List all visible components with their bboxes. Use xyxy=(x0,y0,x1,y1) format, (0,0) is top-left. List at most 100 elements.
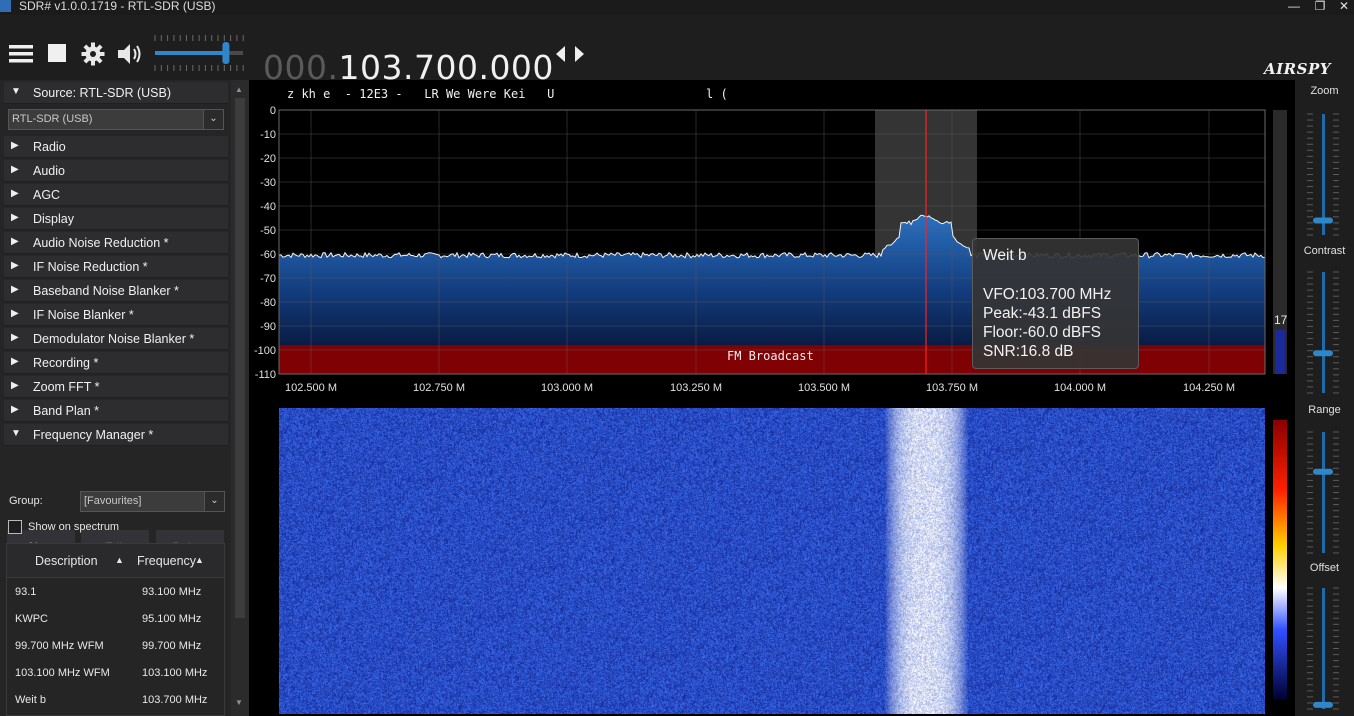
left-panel-scrollbar[interactable]: ▲ ▼ xyxy=(231,80,249,716)
range-label: Range xyxy=(1308,404,1341,416)
expand-arrow-icon: ▶ xyxy=(11,380,19,391)
source-device-select[interactable]: RTL-SDR (USB) ⌄ xyxy=(8,109,224,130)
section-label: IF Noise Reduction * xyxy=(33,260,148,274)
table-row[interactable]: KWPC 95.100 MHz xyxy=(7,607,224,634)
chevron-down-icon: ⌄ xyxy=(203,110,223,129)
slider-thumb[interactable] xyxy=(1313,217,1333,224)
y-tick-label: -50 xyxy=(260,225,276,237)
right-panel: Zoom Contrast Range Offset xyxy=(1295,80,1354,716)
tooltip-floor: Floor:-60.0 dBFS xyxy=(983,324,1102,341)
y-tick-label: -20 xyxy=(260,153,276,165)
show-on-spectrum-checkbox[interactable] xyxy=(8,520,22,534)
menu-icon[interactable] xyxy=(9,43,33,65)
stop-icon[interactable] xyxy=(48,44,67,63)
expand-arrow-icon: ▶ xyxy=(11,260,19,271)
slider-thumb[interactable] xyxy=(1313,468,1333,475)
section-display[interactable]: ▶ Display xyxy=(4,208,228,230)
group-select[interactable]: [Favourites] ⌄ xyxy=(80,491,225,512)
section-if-noise-blanker[interactable]: ▶ IF Noise Blanker * xyxy=(4,304,228,326)
section-agc[interactable]: ▶ AGC xyxy=(4,184,228,206)
tooltip-station-name: Weit b xyxy=(983,247,1027,264)
section-if-noise-reduction[interactable]: ▶ IF Noise Reduction * xyxy=(4,256,228,278)
scroll-down-icon[interactable]: ▼ xyxy=(235,698,243,707)
volume-thumb[interactable] xyxy=(222,42,230,64)
table-row[interactable]: Weit b 103.700 MHz xyxy=(7,688,224,715)
section-label: Band Plan * xyxy=(33,404,100,418)
tooltip-snr: SNR:16.8 dB xyxy=(983,343,1074,360)
y-tick-label: -70 xyxy=(260,273,276,285)
offset-slider[interactable] xyxy=(1295,586,1354,711)
column-frequency[interactable]: Frequency xyxy=(137,554,196,568)
section-demodulator-noise-blanker[interactable]: ▶ Demodulator Noise Blanker * xyxy=(4,328,228,350)
x-tick-label: 104.000 M xyxy=(1054,382,1106,394)
range-slider[interactable] xyxy=(1295,430,1354,555)
row-description: 93.1 xyxy=(15,586,37,598)
expand-arrow-icon: ▶ xyxy=(11,188,19,199)
title-bar: SDR# v1.0.0.1719 - RTL-SDR (USB) — ❐ ✕ xyxy=(0,0,1354,15)
section-source[interactable]: ▼ Source: RTL-SDR (USB) xyxy=(4,82,228,104)
x-tick-label: 102.750 M xyxy=(413,382,465,394)
expand-arrow-icon: ▶ xyxy=(11,212,19,223)
x-tick-label: 103.500 M xyxy=(798,382,850,394)
section-radio[interactable]: ▶ Radio xyxy=(4,136,228,158)
x-tick-label: 102.500 M xyxy=(285,382,337,394)
contrast-label: Contrast xyxy=(1303,245,1346,257)
table-row[interactable]: 93.1 93.100 MHz xyxy=(7,580,224,607)
section-frequency-manager[interactable]: ▼ Frequency Manager * xyxy=(4,424,228,446)
section-label: Radio xyxy=(33,140,66,154)
section-band-plan[interactable]: ▶ Band Plan * xyxy=(4,400,228,422)
y-tick-label: -30 xyxy=(260,177,276,189)
row-frequency: 93.100 MHz xyxy=(142,586,202,598)
section-label: Frequency Manager * xyxy=(33,428,154,442)
y-tick-label: 0 xyxy=(270,105,276,117)
sort-up-icon: ▲ xyxy=(195,555,204,565)
section-audio[interactable]: ▶ Audio xyxy=(4,160,228,182)
contrast-slider[interactable] xyxy=(1295,270,1354,395)
level-readout: 17 xyxy=(1274,313,1288,327)
collapse-arrow-icon: ▼ xyxy=(11,86,21,97)
expand-arrow-icon: ▶ xyxy=(11,308,19,319)
y-tick-label: -10 xyxy=(260,129,276,141)
row-description: Weit b xyxy=(15,694,46,706)
y-tick-label: -60 xyxy=(260,249,276,261)
section-recording[interactable]: ▶ Recording * xyxy=(4,352,228,374)
zoom-slider[interactable] xyxy=(1295,112,1354,237)
level-meter-fill xyxy=(1275,330,1285,374)
expand-arrow-icon: ▶ xyxy=(11,236,19,247)
gear-icon[interactable] xyxy=(81,42,105,66)
y-tick-label: -40 xyxy=(260,201,276,213)
x-tick-label: 103.250 M xyxy=(670,382,722,394)
section-label: Baseband Noise Blanker * xyxy=(33,284,179,298)
maximize-button[interactable]: ❐ xyxy=(1310,0,1330,14)
slider-thumb[interactable] xyxy=(1313,350,1333,357)
tooltip-peak: Peak:-43.1 dBFS xyxy=(983,305,1102,322)
column-description[interactable]: Description xyxy=(35,554,98,568)
section-label: Zoom FFT * xyxy=(33,380,100,394)
speaker-icon[interactable] xyxy=(116,42,144,66)
scrollbar-thumb[interactable] xyxy=(235,98,245,618)
section-label: Audio Noise Reduction * xyxy=(33,236,169,250)
waterfall-panel[interactable] xyxy=(249,406,1295,716)
table-row[interactable]: 99.700 MHz WFM 99.700 MHz xyxy=(7,634,224,661)
section-label: AGC xyxy=(33,188,61,202)
tune-arrows-icon[interactable] xyxy=(556,44,584,64)
expand-arrow-icon: ▶ xyxy=(11,284,19,295)
scroll-up-icon[interactable]: ▲ xyxy=(235,85,243,94)
volume-slider[interactable] xyxy=(152,33,246,73)
y-tick-label: -80 xyxy=(260,297,276,309)
table-header: Description ▲ Frequency ▲ xyxy=(7,544,224,578)
chevron-down-icon: ⌄ xyxy=(204,492,224,511)
section-label: Display xyxy=(33,212,74,226)
section-baseband-noise-blanker[interactable]: ▶ Baseband Noise Blanker * xyxy=(4,280,228,302)
expand-arrow-icon: ▶ xyxy=(11,332,19,343)
slider-thumb[interactable] xyxy=(1313,701,1333,708)
waterfall-canvas[interactable] xyxy=(279,408,1265,714)
frequency-table: Description ▲ Frequency ▲ 93.1 93.100 MHz… xyxy=(6,543,225,716)
close-button[interactable]: ✕ xyxy=(1334,0,1354,14)
window-title: SDR# v1.0.0.1719 - RTL-SDR (USB) xyxy=(19,0,216,13)
section-audio-noise-reduction[interactable]: ▶ Audio Noise Reduction * xyxy=(4,232,228,254)
minimize-button[interactable]: — xyxy=(1284,0,1304,14)
table-row[interactable]: 103.100 MHz WFM 103.100 MHz xyxy=(7,661,224,688)
section-zoom-fft[interactable]: ▶ Zoom FFT * xyxy=(4,376,228,398)
band-plan-label: FM Broadcast xyxy=(727,349,814,363)
